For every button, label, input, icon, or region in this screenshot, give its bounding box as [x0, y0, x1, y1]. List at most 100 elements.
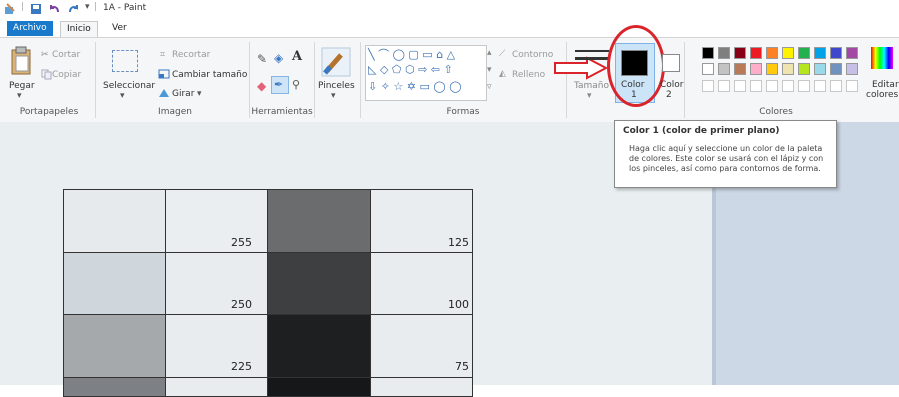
palette-swatch[interactable] — [798, 47, 810, 59]
ribbon: Pegar ▾ ✂ Cortar Copiar Portapapeles Sel… — [0, 25, 899, 123]
custom-color-slot[interactable] — [702, 80, 714, 92]
separator: | — [94, 2, 98, 12]
palette-swatch[interactable] — [830, 63, 842, 75]
group-divider — [360, 42, 361, 118]
edit-colors-icon[interactable] — [871, 47, 893, 69]
grid-cell — [63, 377, 166, 397]
value-label: 75 — [455, 360, 469, 373]
palette-swatch[interactable] — [718, 47, 730, 59]
palette-swatch[interactable] — [814, 47, 826, 59]
redo-icon[interactable] — [67, 3, 79, 15]
shapes-row-3[interactable]: ⇩ ✧ ☆ ✡ ▭ ◯ ◯ — [368, 80, 462, 93]
custom-color-slot[interactable] — [766, 80, 778, 92]
custom-color-slot[interactable] — [830, 80, 842, 92]
magnifier-icon[interactable]: ⚲ — [292, 78, 300, 91]
custom-color-slot[interactable] — [718, 80, 730, 92]
palette-swatch[interactable] — [702, 63, 714, 75]
palette-swatch[interactable] — [734, 63, 746, 75]
brushes-dropdown-icon[interactable]: ▾ — [331, 91, 336, 101]
custom-color-slot[interactable] — [814, 80, 826, 92]
grid-cell — [267, 252, 371, 315]
palette-swatch[interactable] — [830, 47, 842, 59]
select-icon[interactable] — [112, 50, 138, 72]
resize-icon — [158, 69, 170, 79]
custom-color-slot[interactable] — [798, 80, 810, 92]
size-button[interactable]: Tamaño — [574, 81, 609, 91]
text-tool-icon[interactable]: A — [292, 49, 302, 64]
fill-bucket-icon[interactable]: ◈ — [274, 51, 283, 65]
annotation-circle — [607, 25, 665, 107]
shapes-scroll-up-icon[interactable]: ▴ — [487, 48, 492, 58]
palette-swatch[interactable] — [750, 47, 762, 59]
edit-colors-button[interactable]: Editar — [872, 80, 899, 90]
image-canvas[interactable]: 255 250 225 125 100 75 — [0, 122, 712, 397]
custom-color-slot[interactable] — [846, 80, 858, 92]
palette-swatch[interactable] — [814, 63, 826, 75]
value-label: 225 — [231, 360, 252, 373]
fill-icon: ◭ — [499, 69, 506, 79]
window-title: 1A - Paint — [103, 3, 147, 13]
grid-cell — [165, 314, 268, 378]
select-button[interactable]: Seleccionar — [103, 81, 155, 91]
size-line-2 — [575, 57, 609, 60]
edit-colors-button-line2[interactable]: colores — [866, 90, 898, 100]
palette-swatch[interactable] — [766, 47, 778, 59]
shapes-row-1[interactable]: ╲ ⌒ ◯ ▢ ▭ ⌂ △ — [368, 46, 455, 62]
brushes-button[interactable]: Pinceles — [318, 81, 355, 91]
palette-swatch[interactable] — [798, 63, 810, 75]
outline-button[interactable]: Contorno — [512, 50, 553, 60]
value-label: 100 — [448, 298, 469, 311]
value-label: 255 — [231, 236, 252, 249]
grid-cell — [370, 377, 473, 397]
tab-file[interactable]: Archivo — [7, 21, 53, 36]
palette-swatch[interactable] — [750, 63, 762, 75]
paste-dropdown-icon[interactable]: ▾ — [17, 91, 22, 101]
rotate-button[interactable]: Girar — [172, 89, 194, 99]
crop-button[interactable]: Recortar — [172, 50, 210, 60]
palette-swatch[interactable] — [782, 63, 794, 75]
select-dropdown-icon[interactable]: ▾ — [120, 91, 125, 101]
shapes-scroll-down-icon[interactable]: ▾ — [487, 65, 492, 75]
copy-button[interactable]: Copiar — [52, 70, 81, 80]
undo-icon[interactable] — [49, 3, 61, 15]
custom-color-slot[interactable] — [750, 80, 762, 92]
palette-swatch[interactable] — [766, 63, 778, 75]
grid-cell — [267, 189, 371, 253]
shapes-expand-icon[interactable]: ▿ — [487, 82, 492, 92]
palette-swatch[interactable] — [782, 47, 794, 59]
palette-swatch[interactable] — [702, 47, 714, 59]
custom-color-slot[interactable] — [782, 80, 794, 92]
scissors-icon: ✂ — [41, 50, 49, 60]
size-dropdown-icon[interactable]: ▾ — [587, 91, 592, 101]
custom-color-slot[interactable] — [734, 80, 746, 92]
color2-label[interactable]: Color — [660, 80, 684, 90]
rotate-icon — [159, 89, 169, 97]
brushes-icon[interactable] — [321, 47, 351, 77]
color-picker-icon: ✒ — [274, 78, 284, 91]
resize-button[interactable]: Cambiar tamaño — [172, 70, 247, 80]
title-bar: | ▾ | 1A - Paint — [0, 0, 899, 18]
quick-access-dropdown-icon[interactable]: ▾ — [85, 2, 90, 12]
paste-button[interactable]: Pegar — [9, 81, 35, 91]
save-icon[interactable] — [30, 3, 42, 15]
paste-icon[interactable] — [10, 46, 34, 76]
grid-cell — [165, 377, 268, 397]
copy-icon — [41, 69, 52, 80]
group-label-colors: Colores — [759, 107, 793, 117]
palette-swatch[interactable] — [718, 63, 730, 75]
tooltip-title: Color 1 (color de primer plano) — [623, 126, 780, 136]
tab-home[interactable]: Inicio — [60, 21, 98, 37]
eraser-icon[interactable]: ◆ — [257, 79, 266, 93]
palette-swatch[interactable] — [846, 63, 858, 75]
cut-button[interactable]: Cortar — [52, 50, 80, 60]
color2-swatch[interactable] — [662, 54, 680, 72]
tab-view[interactable]: Ver — [106, 21, 133, 36]
shapes-row-2[interactable]: ◺ ◇ ⬠ ⬡ ⇨ ⇦ ⇧ — [368, 63, 453, 76]
fill-button[interactable]: Relleno — [512, 70, 545, 80]
group-divider — [684, 42, 685, 118]
value-label: 250 — [231, 298, 252, 311]
pencil-icon[interactable]: ✎ — [257, 52, 267, 66]
rotate-dropdown-icon[interactable]: ▾ — [197, 89, 202, 99]
palette-swatch[interactable] — [846, 47, 858, 59]
palette-swatch[interactable] — [734, 47, 746, 59]
